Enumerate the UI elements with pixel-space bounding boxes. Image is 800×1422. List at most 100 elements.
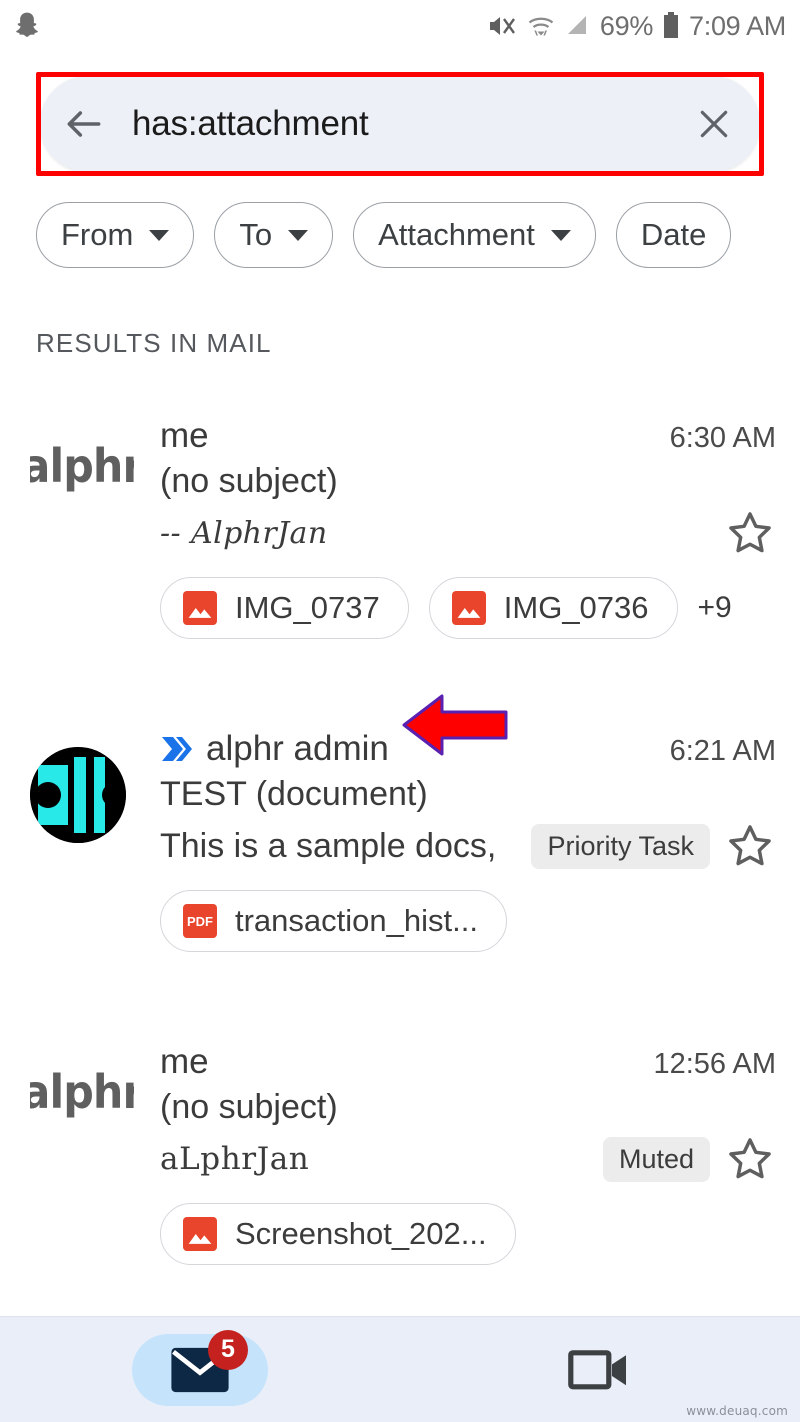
timestamp: 6:21 AM xyxy=(669,735,776,767)
snapchat-ghost-icon xyxy=(16,12,38,37)
watermark: www.deuaq.com xyxy=(686,1404,788,1418)
sender-line: me xyxy=(160,416,656,456)
filter-chip-date[interactable]: Date xyxy=(615,202,732,268)
bottom-navigation-bar: 5 xyxy=(0,1316,800,1422)
status-bar: 69% 7:09 AM xyxy=(0,0,800,52)
attachment-row: PDF transaction_hist... xyxy=(160,890,776,952)
mail-row-top: me 12:56 AM xyxy=(160,1042,776,1082)
snippet-row: -- AlphrJan xyxy=(160,507,776,559)
attachment-name: IMG_0736 xyxy=(503,590,649,625)
filter-chip-label: From xyxy=(61,217,134,252)
contact-avatar-icon xyxy=(30,747,126,843)
row-divider xyxy=(0,1283,800,1316)
battery-percent: 69% xyxy=(599,10,654,41)
star-icon[interactable] xyxy=(724,507,776,559)
sender-line: me xyxy=(160,1042,639,1082)
search-bar-container: has:attachment xyxy=(36,72,764,176)
battery-icon xyxy=(664,12,679,38)
table-row[interactable]: alphr admin 6:21 AM TEST (document) This… xyxy=(0,711,800,970)
avatar-label: alphr xyxy=(30,1066,134,1118)
nav-item-mail[interactable]: 5 xyxy=(0,1317,400,1422)
timestamp: 12:56 AM xyxy=(653,1048,776,1080)
attachment-overflow-count[interactable]: +9 xyxy=(698,591,732,625)
status-bar-left xyxy=(14,11,40,41)
attachment-chip[interactable]: Screenshot_202... xyxy=(160,1203,516,1265)
attachment-row: Screenshot_202... xyxy=(160,1203,776,1265)
table-row[interactable]: alphr me 6:30 AM (no subject) -- AlphrJa… xyxy=(0,398,800,657)
image-glyph xyxy=(188,1234,212,1244)
attachment-chip[interactable]: IMG_0736 xyxy=(428,577,678,639)
chevron-down-icon xyxy=(550,229,571,241)
avatar: alphr xyxy=(30,1042,142,1265)
cell-signal-icon xyxy=(567,16,586,34)
table-row[interactable]: alphr me 12:56 AM (no subject) aLphrJan … xyxy=(0,1024,800,1283)
row-divider xyxy=(0,970,800,1024)
subject: TEST (document) xyxy=(160,775,428,813)
avatar xyxy=(30,729,142,952)
search-bar[interactable]: has:attachment xyxy=(40,76,760,172)
chevron-down-icon xyxy=(149,229,170,241)
label-badge[interactable]: Priority Task xyxy=(531,823,710,869)
sender-name: alphr admin xyxy=(206,729,389,768)
snippet: This is a sample docs, xyxy=(160,826,497,865)
alphr-logo-icon: alphr xyxy=(30,440,134,492)
chevron-down-icon xyxy=(288,229,309,241)
snippet: -- AlphrJan xyxy=(160,515,328,551)
mail-row-top: alphr admin 6:21 AM xyxy=(160,729,776,769)
attachment-row: IMG_0737 IMG_0736 +9 xyxy=(160,577,776,639)
image-file-icon xyxy=(451,591,486,625)
snippet-row: This is a sample docs, Priority Task xyxy=(160,820,776,872)
video-camera-icon xyxy=(568,1349,626,1389)
unread-badge: 5 xyxy=(208,1329,248,1370)
attachment-name: IMG_0737 xyxy=(235,590,380,625)
forwarded-arrow-icon xyxy=(162,737,192,761)
alphr-logo-icon: alphr xyxy=(30,1066,134,1118)
sender-line: alphr admin xyxy=(160,729,656,769)
filter-chip-attachment[interactable]: Attachment xyxy=(353,202,596,268)
status-bar-right: 69% 7:09 AM xyxy=(487,11,786,42)
star-icon[interactable] xyxy=(724,1133,776,1185)
attachment-name: Screenshot_202... xyxy=(235,1216,487,1251)
wifi-icon xyxy=(528,17,554,36)
mail-row-top: me 6:30 AM xyxy=(160,416,776,456)
filter-chip-label: Attachment xyxy=(378,217,535,252)
search-filter-chips: From To Attachment Date xyxy=(36,198,800,272)
attachment-chip[interactable]: IMG_0737 xyxy=(160,577,409,639)
filter-chip-to[interactable]: To xyxy=(214,202,334,268)
volume-mute-icon xyxy=(489,17,515,35)
mail-row-body: me 6:30 AM (no subject) -- AlphrJan IMG_… xyxy=(142,416,776,639)
attachment-name: transaction_hist... xyxy=(235,903,478,938)
avatar: alphr xyxy=(30,416,142,639)
avatar-artwork xyxy=(30,747,126,843)
sender-name: me xyxy=(160,1042,209,1081)
filter-chip-from[interactable]: From xyxy=(36,202,195,268)
snippet: aLphrJan xyxy=(160,1141,310,1177)
results-section-header: RESULTS IN MAIL xyxy=(36,328,272,358)
image-file-icon xyxy=(183,1217,217,1251)
search-input[interactable]: has:attachment xyxy=(106,104,694,144)
subject: (no subject) xyxy=(160,1088,338,1126)
pdf-file-icon: PDF xyxy=(183,904,217,938)
back-arrow-icon[interactable] xyxy=(62,102,106,146)
label-badge[interactable]: Muted xyxy=(602,1136,710,1182)
close-icon[interactable] xyxy=(694,104,734,144)
avatar-label: alphr xyxy=(30,440,134,492)
phone-screen: 69% 7:09 AM has:attachment From To Attac… xyxy=(0,0,800,1422)
image-glyph xyxy=(457,608,481,618)
star-icon[interactable] xyxy=(724,820,776,872)
mail-row-body: me 12:56 AM (no subject) aLphrJan Muted xyxy=(142,1042,776,1265)
timestamp: 6:30 AM xyxy=(669,422,776,454)
mail-tab-pill[interactable]: 5 xyxy=(132,1329,268,1406)
image-file-icon xyxy=(183,591,217,625)
mail-row-body: alphr admin 6:21 AM TEST (document) This… xyxy=(142,729,776,952)
mail-results-list[interactable]: alphr me 6:30 AM (no subject) -- AlphrJa… xyxy=(0,398,800,1316)
filter-chip-label: Date xyxy=(640,217,707,252)
row-divider xyxy=(0,657,800,711)
sender-name: me xyxy=(160,416,209,455)
attachment-chip[interactable]: PDF transaction_hist... xyxy=(160,890,507,952)
image-glyph xyxy=(188,608,212,618)
clock: 7:09 AM xyxy=(689,10,786,41)
filter-chip-label: To xyxy=(239,217,273,252)
subject: (no subject) xyxy=(160,462,338,500)
snippet-row: aLphrJan Muted xyxy=(160,1133,776,1185)
